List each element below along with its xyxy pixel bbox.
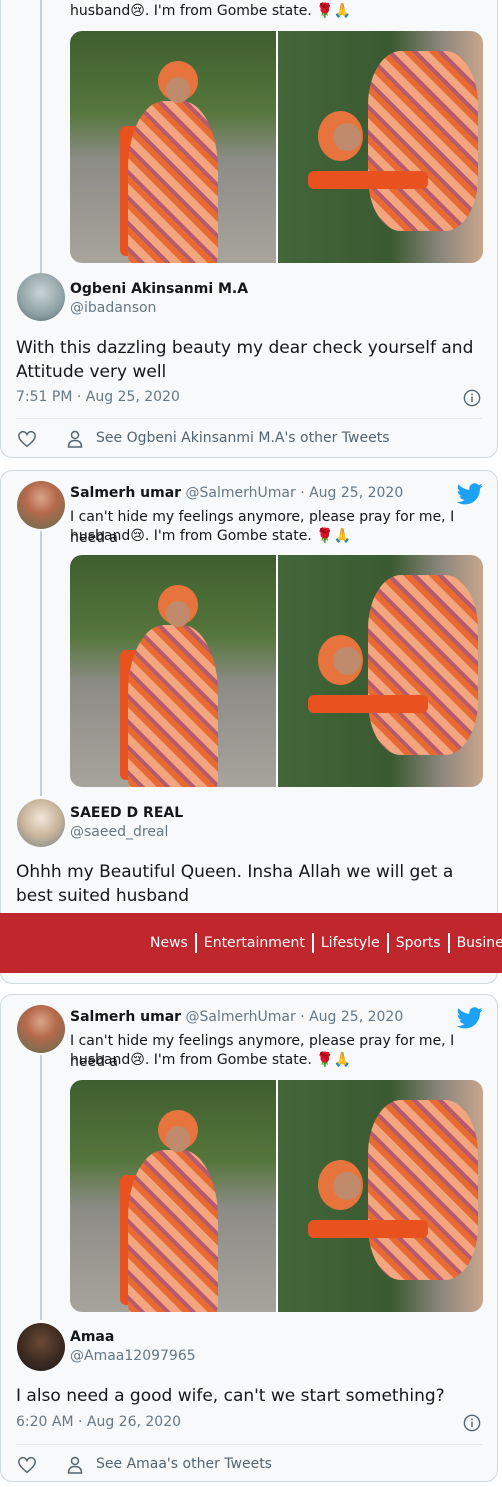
nav-items: News Entertainment Lifestyle Sports Busi… (150, 933, 502, 953)
tweet-media[interactable] (70, 555, 483, 787)
heart-icon[interactable] (17, 430, 37, 448)
tweet-header: Salmerh umar @SalmerhUmar · Aug 25, 2020 (70, 485, 403, 501)
avatar[interactable] (17, 1005, 65, 1053)
avatar[interactable] (17, 273, 65, 321)
tweet-media[interactable] (70, 31, 483, 263)
tweet-author-handle-date[interactable]: @SalmerhUmar · Aug 25, 2020 (186, 485, 404, 501)
tweet-photo[interactable] (277, 1080, 483, 1312)
nav-separator (311, 933, 314, 953)
twitter-bird-icon[interactable] (457, 1007, 483, 1029)
tweet-text-line2: husband😢. I'm from Gombe state. 🌹🙏 (70, 1052, 352, 1068)
nav-item-business[interactable]: Business (457, 935, 502, 951)
site-nav-bar: News Entertainment Lifestyle Sports Busi… (0, 913, 502, 973)
tweet-photo[interactable] (70, 31, 276, 263)
tweet-photo[interactable] (70, 555, 276, 787)
avatar[interactable] (17, 1323, 65, 1371)
see-other-tweets-link[interactable]: See Ogbeni Akinsanmi M.A's other Tweets (96, 430, 390, 446)
reply-text: I also need a good wife, can't we start … (16, 1386, 445, 1406)
nav-item-lifestyle[interactable]: Lifestyle (321, 935, 380, 951)
divider (16, 1444, 482, 1445)
tweet-author-handle-date[interactable]: @SalmerhUmar · Aug 25, 2020 (186, 1009, 404, 1025)
info-icon[interactable] (463, 1414, 481, 1432)
divider (16, 418, 482, 419)
tweet-timestamp[interactable]: 6:20 AM · Aug 26, 2020 (16, 1414, 181, 1430)
reply-text: With this dazzling beauty my dear check … (16, 338, 474, 382)
embedded-tweet-card: Salmerh umar @SalmerhUmar · Aug 25, 2020… (0, 470, 498, 984)
nav-separator (447, 933, 450, 953)
tweet-media[interactable] (70, 1080, 483, 1312)
tweet-header: Salmerh umar @SalmerhUmar · Aug 25, 2020 (70, 1009, 403, 1025)
tweet-author-name[interactable]: Salmerh umar (70, 1009, 181, 1025)
person-icon (67, 430, 83, 448)
tweet-author-name[interactable]: Salmerh umar (70, 485, 181, 501)
reply-author-handle[interactable]: @Amaa12097965 (70, 1348, 196, 1364)
nav-separator (194, 933, 197, 953)
tweet-text-line2: husband😢. I'm from Gombe state. 🌹🙏 (70, 528, 352, 544)
see-other-tweets-link[interactable]: See Amaa's other Tweets (96, 1456, 272, 1472)
reply-author-name[interactable]: Amaa (70, 1329, 114, 1345)
nav-separator (386, 933, 389, 953)
tweet-photo[interactable] (70, 1080, 276, 1312)
thread-line (40, 531, 42, 796)
embedded-tweet-card: husband😢. I'm from Gombe state. 🌹🙏 Ogben… (0, 0, 498, 458)
tweet-text-line2: husband😢. I'm from Gombe state. 🌹🙏 (70, 3, 352, 19)
reply-author-name[interactable]: SAEED D REAL (70, 805, 183, 821)
thread-line (40, 1055, 42, 1320)
twitter-bird-icon[interactable] (457, 483, 483, 505)
nav-item-entertainment[interactable]: Entertainment (204, 935, 305, 951)
nav-item-sports[interactable]: Sports (396, 935, 441, 951)
info-icon[interactable] (463, 389, 481, 407)
thread-line (40, 0, 42, 277)
reply-text: Ohhh my Beautiful Queen. Insha Allah we … (16, 862, 454, 906)
tweet-timestamp[interactable]: 7:51 PM · Aug 25, 2020 (16, 389, 180, 405)
embedded-tweet-card: Salmerh umar @SalmerhUmar · Aug 25, 2020… (0, 994, 498, 1482)
reply-author-handle[interactable]: @saeed_dreal (70, 824, 168, 840)
tweet-photo[interactable] (277, 31, 483, 263)
nav-item-news[interactable]: News (150, 935, 188, 951)
reply-author-name[interactable]: Ogbeni Akinsanmi M.A (70, 281, 248, 297)
avatar[interactable] (17, 799, 65, 847)
tweet-photo[interactable] (277, 555, 483, 787)
avatar[interactable] (17, 481, 65, 529)
heart-icon[interactable] (17, 1456, 37, 1474)
reply-author-handle[interactable]: @ibadanson (70, 300, 156, 316)
person-icon (67, 1456, 83, 1474)
